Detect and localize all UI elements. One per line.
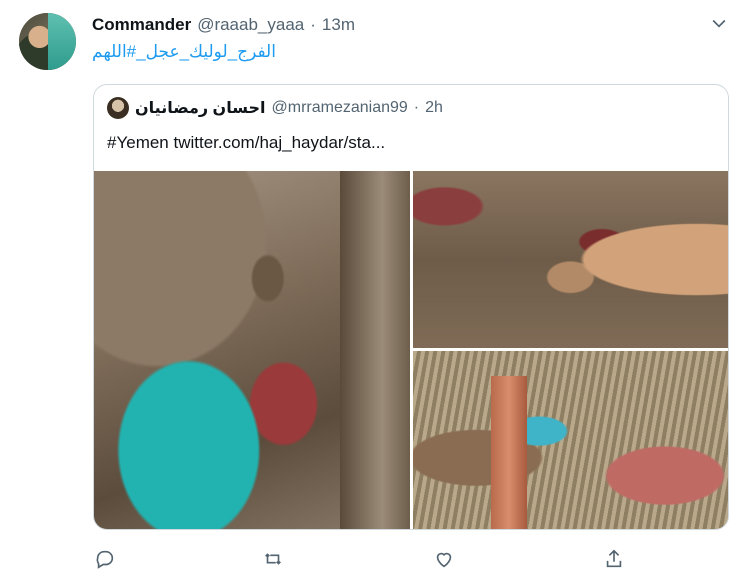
media-grid: [94, 171, 728, 529]
retweet-icon[interactable]: [259, 545, 287, 573]
media-image-1[interactable]: [94, 171, 410, 529]
image-detail: [340, 171, 410, 529]
quoted-avatar[interactable]: [107, 97, 129, 119]
separator-dot: ·: [413, 99, 420, 116]
tweet[interactable]: Commander @raaab_yaaa · 13m الفرج_لوليك_…: [0, 0, 748, 583]
media-image-2[interactable]: [413, 171, 728, 348]
quoted-tweet-header: احسان رمضانیان @mrramezanian99 · 2h: [107, 97, 443, 119]
avatar[interactable]: [19, 13, 76, 70]
quoted-tweet[interactable]: احسان رمضانیان @mrramezanian99 · 2h #Yem…: [93, 84, 729, 530]
share-icon[interactable]: [600, 545, 628, 573]
action-bar: [0, 545, 748, 573]
quoted-author-name[interactable]: احسان رمضانیان: [135, 98, 266, 118]
quoted-tweet-text[interactable]: #Yemen twitter.com/haj_haydar/sta...: [107, 133, 385, 153]
reply-icon[interactable]: [91, 545, 119, 573]
avatar-emblem: [48, 13, 76, 70]
quoted-timestamp[interactable]: 2h: [425, 99, 443, 117]
image-detail: [491, 376, 527, 529]
tweet-timestamp[interactable]: 13m: [322, 15, 355, 35]
tweet-header: Commander @raaab_yaaa · 13m: [92, 15, 355, 35]
chevron-down-icon[interactable]: [709, 13, 729, 33]
tweet-text[interactable]: الفرج_لوليك_عجل_#اللهم: [92, 42, 276, 62]
author-handle[interactable]: @raaab_yaaa: [197, 15, 304, 35]
separator-dot: ·: [310, 15, 316, 34]
media-image-3[interactable]: [413, 351, 728, 529]
quoted-author-handle[interactable]: @mrramezanian99: [272, 99, 408, 117]
author-name[interactable]: Commander: [92, 15, 191, 35]
like-icon[interactable]: [430, 545, 458, 573]
